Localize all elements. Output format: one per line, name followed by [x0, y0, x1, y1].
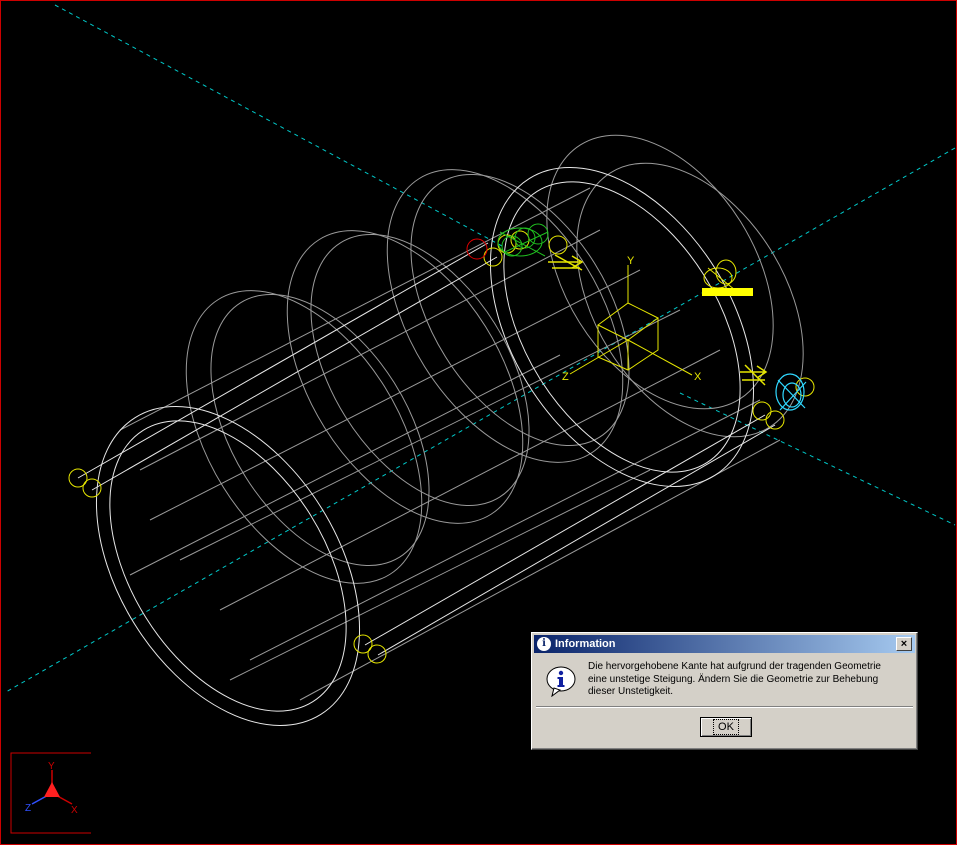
centerline-2: [5, 147, 956, 693]
info-icon: i: [537, 637, 551, 651]
dialog-separator: [536, 706, 913, 708]
dialog-titlebar[interactable]: i Information ×: [534, 635, 915, 653]
green-constraint-cluster: [497, 223, 549, 257]
message-line: eine unstetige Steigung. Ändern Sie die …: [588, 673, 879, 685]
message-line: Die hervorgehobene Kante hat aufgrund de…: [588, 661, 881, 672]
inner-rings: [185, 134, 804, 584]
cube-axis-x-label: X: [694, 371, 702, 383]
dialog-title: Information: [555, 638, 616, 650]
highlight-bar: [702, 288, 753, 296]
triad-y-label: Y: [48, 761, 55, 772]
information-balloon-icon: [546, 666, 576, 697]
centerline-1b: [679, 392, 956, 526]
ok-button-label: OK: [713, 719, 739, 735]
ok-button[interactable]: OK: [700, 717, 752, 737]
centerline-1: [54, 4, 503, 247]
information-dialog: i Information × Die hervorgehobene Kante…: [531, 632, 918, 750]
triad-x-label: X: [71, 805, 78, 816]
yellow-cluster: [703, 259, 737, 291]
coordinate-system-cube: [569, 265, 693, 376]
cube-axis-z-label: Z: [562, 371, 569, 383]
cube-axis-y-label: Y: [627, 255, 635, 267]
dialog-message: Die hervorgehobene Kante hat aufgrund de…: [588, 661, 910, 699]
close-button[interactable]: ×: [896, 637, 912, 651]
triad-z-label: Z: [25, 803, 31, 814]
view-triad[interactable]: Y X Z: [10, 752, 91, 834]
message-line: dieser Unstetigkeit.: [588, 686, 674, 697]
